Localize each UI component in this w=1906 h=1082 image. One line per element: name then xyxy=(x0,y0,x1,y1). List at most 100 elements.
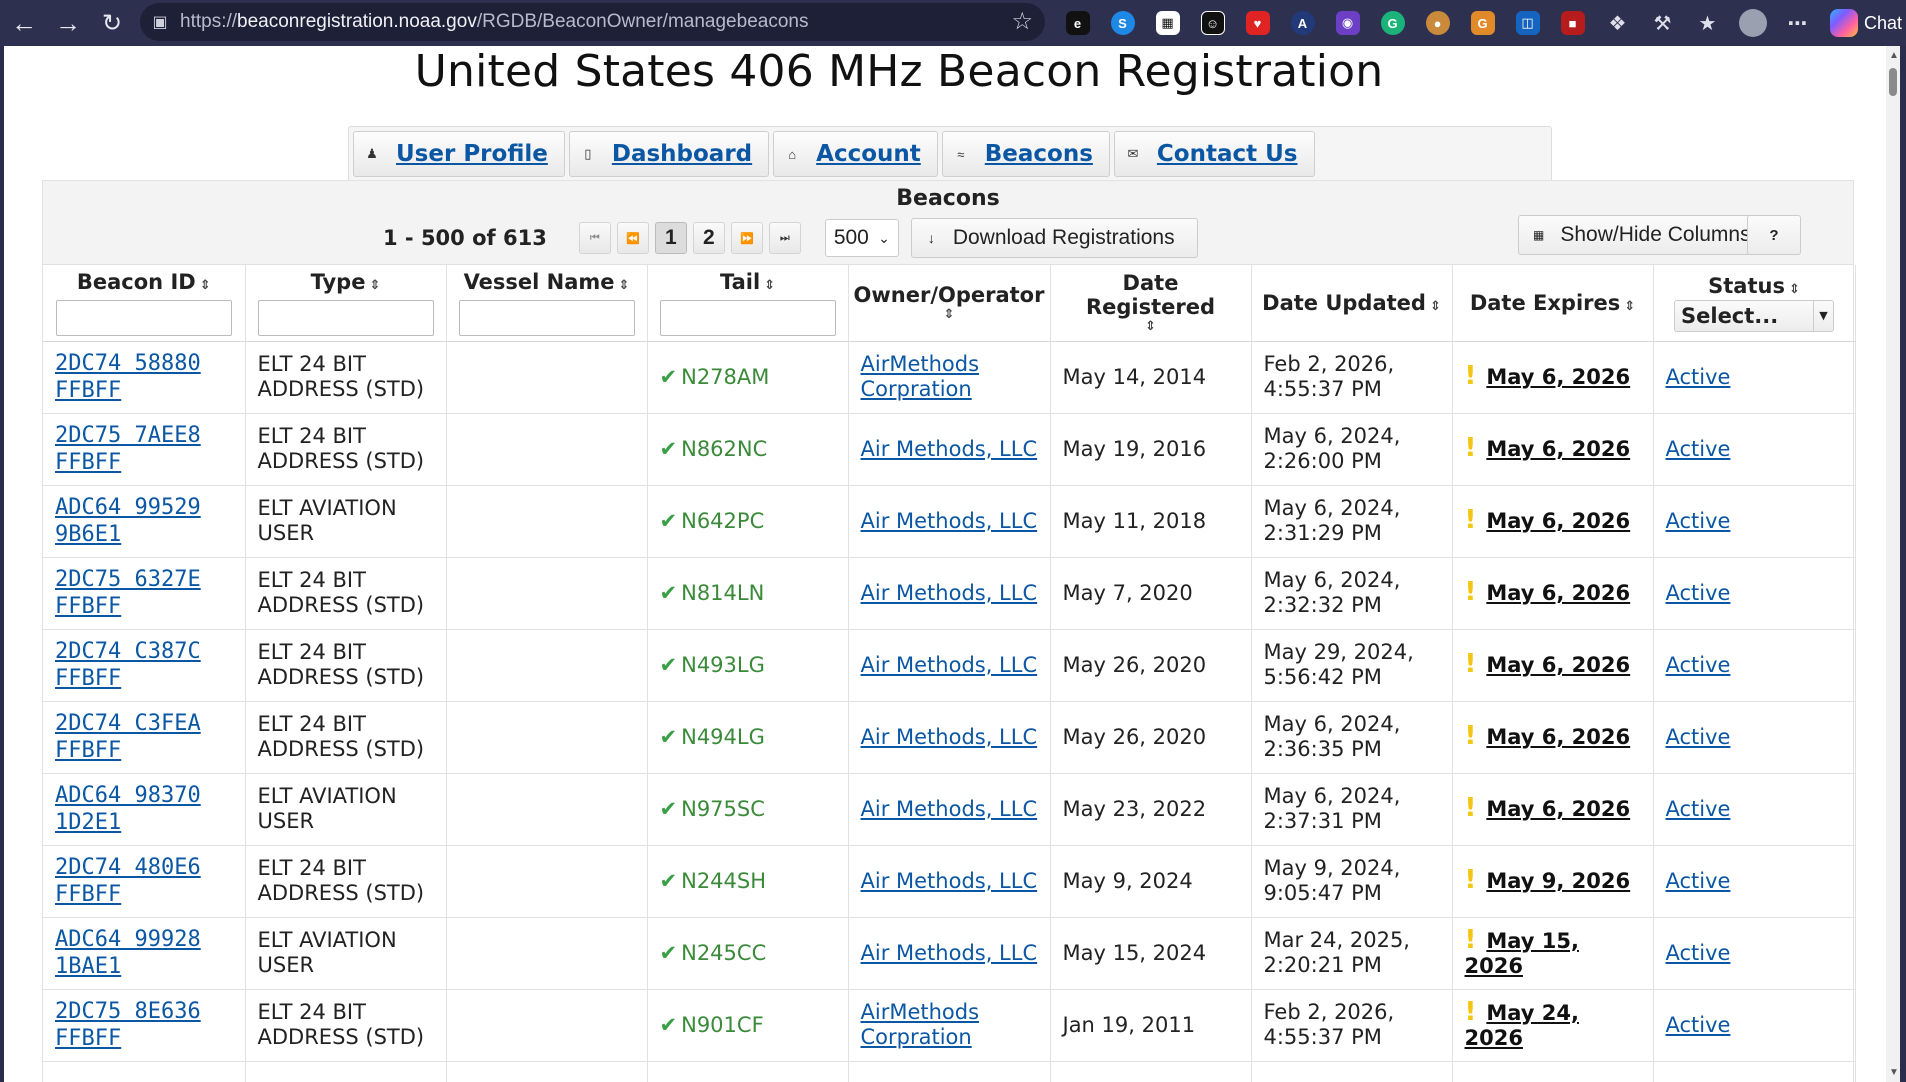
status-filter-select[interactable]: Select... ▼ xyxy=(1674,299,1834,332)
page-size-select[interactable]: 500 ⌄ xyxy=(824,219,899,257)
status-link[interactable]: Active xyxy=(1666,581,1731,605)
col-type[interactable]: Type ⇕ xyxy=(245,265,447,342)
menu-contact-us[interactable]: ✉ Contact Us xyxy=(1113,131,1315,177)
menu-link[interactable]: Account xyxy=(816,141,921,167)
sort-icon[interactable]: ⇕ xyxy=(369,278,380,293)
scrollbar-thumb[interactable] xyxy=(1889,68,1897,96)
expires-link[interactable]: May 6, 2026 xyxy=(1486,365,1630,389)
extension-icon[interactable]: S xyxy=(1100,4,1145,42)
favorites-icon[interactable]: ★ xyxy=(1685,4,1730,42)
extension-icon[interactable]: A xyxy=(1280,4,1325,42)
col-date-expires[interactable]: Date Expires ⇕ xyxy=(1452,265,1654,342)
extension-icon[interactable]: ♥ xyxy=(1235,4,1280,42)
status-link[interactable]: Active xyxy=(1666,365,1731,389)
extension-icon[interactable]: G xyxy=(1460,4,1505,42)
extension-icon[interactable]: ▦ xyxy=(1145,4,1190,42)
owner-link[interactable]: Air Methods, LLC xyxy=(861,869,1038,893)
beacon-id-link[interactable]: 2DC74 C387C FFBFF xyxy=(55,639,201,691)
status-link[interactable]: Active xyxy=(1666,869,1731,893)
extension-icon[interactable]: ■ xyxy=(1550,4,1595,42)
sort-icon[interactable]: ⇕ xyxy=(200,278,211,293)
extension-icon[interactable]: ☺ xyxy=(1190,4,1235,42)
menu-beacons[interactable]: ≈ Beacons xyxy=(941,131,1110,177)
expires-link[interactable]: May 6, 2026 xyxy=(1486,725,1630,749)
show-hide-columns-button[interactable]: ▦ Show/Hide Columns xyxy=(1518,215,1774,255)
beacon-id-link[interactable]: ADC64 98370 1D2E1 xyxy=(55,783,201,835)
url-text[interactable]: https://beaconregistration.noaa.gov/RGDB… xyxy=(180,11,808,33)
menu-dashboard[interactable]: ▯ Dashboard xyxy=(568,131,770,177)
page-button[interactable]: 2 xyxy=(692,222,725,254)
help-button[interactable]: ? xyxy=(1747,215,1801,255)
previous-page-icon[interactable]: ⏪ xyxy=(616,222,649,254)
reload-icon[interactable]: ↻ xyxy=(90,3,134,43)
copilot-chat-button[interactable]: Chat xyxy=(1829,4,1906,42)
sort-icon[interactable]: ⇕ xyxy=(1430,299,1441,314)
beacon-id-link[interactable]: 2DC74 480E6 FFBFF xyxy=(55,855,201,907)
favorite-star-icon[interactable]: ☆ xyxy=(1011,7,1033,36)
page-scrollbar[interactable]: ▲ ▼ xyxy=(1886,46,1900,1082)
next-page-icon[interactable]: ⏩ xyxy=(730,222,763,254)
browser-essentials-icon[interactable]: ⚒ xyxy=(1640,4,1685,42)
back-icon[interactable]: ← xyxy=(2,3,46,43)
sort-icon[interactable]: ⇕ xyxy=(619,278,630,293)
menu-account[interactable]: ⌂ Account xyxy=(773,131,938,177)
expires-link[interactable]: May 24, 2026 xyxy=(1465,1001,1579,1050)
status-link[interactable]: Active xyxy=(1666,509,1731,533)
forward-icon[interactable]: → xyxy=(46,3,90,43)
beacon-id-link[interactable]: ADC64 99529 9B6E1 xyxy=(55,495,201,547)
expires-link[interactable]: May 6, 2026 xyxy=(1486,797,1630,821)
status-link[interactable]: Active xyxy=(1666,797,1731,821)
col-beacon-id[interactable]: Beacon ID ⇕ xyxy=(43,265,246,342)
menu-link[interactable]: Dashboard xyxy=(612,141,752,167)
expires-link[interactable]: May 6, 2026 xyxy=(1486,437,1630,461)
status-link[interactable]: Active xyxy=(1666,437,1731,461)
owner-link[interactable]: AirMethods Corpration xyxy=(861,352,980,401)
col-status[interactable]: Status ⇕ Select... ▼ xyxy=(1653,265,1856,342)
menu-user-profile[interactable]: ♟ User Profile xyxy=(353,131,565,177)
scroll-up-icon[interactable]: ▲ xyxy=(1889,50,1899,61)
beacon-id-link[interactable]: ADC64 99928 1BAE1 xyxy=(55,927,201,979)
owner-link[interactable]: Air Methods, LLC xyxy=(861,437,1038,461)
profile-avatar[interactable] xyxy=(1730,4,1775,42)
owner-link[interactable]: Air Methods, LLC xyxy=(861,509,1038,533)
status-link[interactable]: Active xyxy=(1666,1013,1731,1037)
last-page-icon[interactable]: ⏭ xyxy=(768,222,801,254)
status-link[interactable]: Active xyxy=(1666,725,1731,749)
sort-icon[interactable]: ⇕ xyxy=(1055,319,1247,334)
beacon-id-link[interactable]: 2DC75 8E636 FFBFF xyxy=(55,999,201,1051)
col-tail[interactable]: Tail ⇕ xyxy=(647,265,849,342)
extension-icon[interactable]: ◉ xyxy=(1325,4,1370,42)
more-menu-icon[interactable]: ⋯ xyxy=(1775,4,1820,42)
extensions-puzzle-icon[interactable]: ❖ xyxy=(1595,4,1640,42)
beacon-id-filter[interactable] xyxy=(55,299,232,336)
owner-link[interactable]: Air Methods, LLC xyxy=(861,941,1038,965)
owner-link[interactable]: Air Methods, LLC xyxy=(861,581,1038,605)
col-date-updated[interactable]: Date Updated ⇕ xyxy=(1251,265,1453,342)
vessel-name-filter[interactable] xyxy=(458,299,635,336)
status-link[interactable]: Active xyxy=(1666,653,1731,677)
page-button[interactable]: 1 xyxy=(654,222,687,254)
type-filter[interactable] xyxy=(257,299,434,336)
extension-icon[interactable]: ◫ xyxy=(1505,4,1550,42)
owner-link[interactable]: Air Methods, LLC xyxy=(861,725,1038,749)
address-bar[interactable]: ▣ https://beaconregistration.noaa.gov/RG… xyxy=(140,3,1045,41)
sort-icon[interactable]: ⇕ xyxy=(1789,282,1800,297)
status-link[interactable]: Active xyxy=(1666,941,1731,965)
scroll-down-icon[interactable]: ▼ xyxy=(1889,1067,1899,1078)
beacon-id-link[interactable]: 2DC74 C3FEA FFBFF xyxy=(55,711,201,763)
extension-icon[interactable]: G xyxy=(1370,4,1415,42)
expires-link[interactable]: May 6, 2026 xyxy=(1486,653,1630,677)
expires-link[interactable]: May 6, 2026 xyxy=(1486,581,1630,605)
expires-link[interactable]: May 15, 2026 xyxy=(1465,929,1579,978)
owner-link[interactable]: Air Methods, LLC xyxy=(861,653,1038,677)
sort-icon[interactable]: ⇕ xyxy=(764,278,775,293)
menu-link[interactable]: Beacons xyxy=(985,141,1093,167)
expires-link[interactable]: May 6, 2026 xyxy=(1486,509,1630,533)
first-page-icon[interactable]: ⏮ xyxy=(578,222,611,254)
owner-link[interactable]: AirMethods Corpration xyxy=(861,1000,980,1049)
expires-link[interactable]: May 9, 2026 xyxy=(1486,869,1630,893)
sort-icon[interactable]: ⇕ xyxy=(1624,299,1635,314)
col-owner[interactable]: Owner/Operator ⇕ xyxy=(848,265,1051,342)
site-info-icon[interactable]: ▣ xyxy=(140,12,180,32)
sort-icon[interactable]: ⇕ xyxy=(853,307,1046,322)
